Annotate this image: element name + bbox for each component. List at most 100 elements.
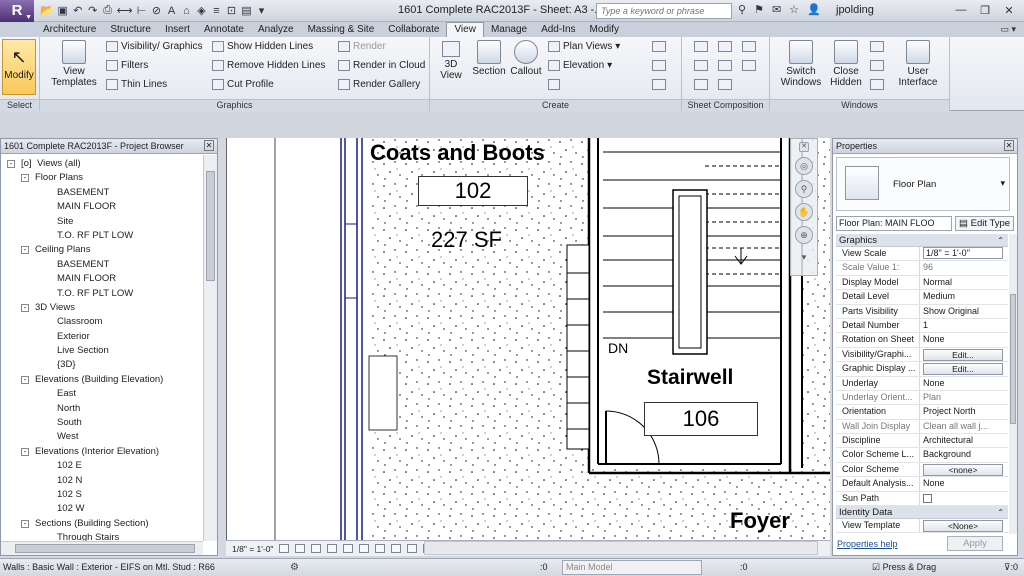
worksets-icon[interactable]: ⚙ <box>290 559 299 576</box>
tree-item[interactable]: 102 E <box>1 459 203 473</box>
room-name-label[interactable]: Coats and Boots <box>370 140 545 166</box>
collapse-toggle-icon[interactable]: - <box>21 246 29 255</box>
open-icon[interactable]: 📂 <box>40 4 54 17</box>
property-value[interactable]: 96 <box>920 261 1008 274</box>
property-group-header[interactable]: Identity Data ⌃ <box>836 506 1008 520</box>
room-name-label[interactable]: Stairwell <box>647 366 733 390</box>
tab-annotate[interactable]: Annotate <box>197 23 251 37</box>
switch-windows-button[interactable]: Switch Windows <box>780 40 822 88</box>
scope-box-icon[interactable] <box>652 79 666 90</box>
tile-icon[interactable] <box>870 79 884 90</box>
crop-view-icon[interactable] <box>343 544 354 553</box>
drawing-canvas[interactable]: Coats and Boots 102 227 SF DN Stairwell … <box>226 138 830 540</box>
filters-button[interactable]: Filters <box>106 60 148 71</box>
sheet-icon[interactable] <box>694 41 708 52</box>
measure-icon[interactable]: ⟷ <box>117 4 133 17</box>
property-value[interactable]: None <box>920 333 1008 346</box>
tab-architecture[interactable]: Architecture <box>36 23 103 37</box>
view-reference-icon[interactable] <box>718 79 732 90</box>
tree-item[interactable]: - Elevations (Interior Elevation) <box>1 445 203 459</box>
scroll-thumb[interactable] <box>15 544 195 553</box>
close-icon[interactable]: ✕ <box>1004 140 1014 151</box>
tree-item[interactable]: North <box>1 402 203 416</box>
apply-button[interactable]: Apply <box>947 536 1003 551</box>
minimize-icon[interactable]: — <box>950 2 972 18</box>
filter-count[interactable]: ⊽:0 <box>1004 559 1018 576</box>
plan-views-button[interactable]: Plan Views ▾ <box>548 41 620 52</box>
close-icon[interactable]: ✕ <box>799 142 809 152</box>
tree-item[interactable]: Exterior <box>1 330 203 344</box>
property-value[interactable]: 1 <box>920 319 1008 332</box>
property-value[interactable]: Plan <box>920 391 1008 404</box>
tree-item[interactable]: - Sections (Building Section) <box>1 517 203 531</box>
restore-icon[interactable]: ❐ <box>974 2 996 18</box>
view-scale-control[interactable]: 1/8" = 1'-0" <box>232 544 273 554</box>
steering-wheel-icon[interactable]: ◎ <box>795 157 813 175</box>
property-value[interactable]: Edit... <box>920 348 1008 361</box>
schedules-icon[interactable] <box>652 60 666 71</box>
tree-item[interactable]: - Floor Plans <box>1 171 203 185</box>
section-icon[interactable]: ◈ <box>195 4 207 17</box>
edit-type-button[interactable]: ▤ Edit Type <box>955 215 1015 231</box>
user-interface-button[interactable]: User Interface <box>896 40 940 88</box>
binoculars-icon[interactable]: ⚲ <box>738 3 746 16</box>
search-input[interactable] <box>596 3 732 19</box>
communication-icon[interactable]: ✉ <box>772 3 781 16</box>
property-value[interactable]: Clean all wall j... <box>920 420 1008 433</box>
room-area-label[interactable]: 227 SF <box>431 227 502 253</box>
analytical-model-icon[interactable] <box>407 544 418 553</box>
print-icon[interactable]: ⎙ <box>102 4 114 17</box>
section-button[interactable]: Section <box>470 40 508 77</box>
viewports-icon[interactable] <box>742 60 756 71</box>
collapse-icon[interactable]: ⌃ <box>997 506 1004 519</box>
property-value[interactable]: Background <box>920 448 1008 461</box>
remove-hidden-lines-button[interactable]: Remove Hidden Lines <box>212 60 325 71</box>
property-value[interactable]: Medium <box>920 290 1008 303</box>
room-number-tag[interactable]: 106 <box>644 402 758 436</box>
tab-structure[interactable]: Structure <box>103 23 158 37</box>
save-icon[interactable]: ▣ <box>57 4 69 17</box>
tab-add-ins[interactable]: Add-Ins <box>534 23 582 37</box>
visual-style-icon[interactable] <box>295 544 306 553</box>
horizontal-scrollbar[interactable] <box>1 541 203 555</box>
dimension-icon[interactable]: ⊢ <box>135 4 147 17</box>
property-checkbox[interactable] <box>923 493 932 503</box>
instance-filter-select[interactable]: Floor Plan: MAIN FLOO <box>836 215 952 231</box>
switch-windows-icon[interactable]: ▤ <box>240 4 252 17</box>
ribbon-minimize-icon[interactable]: ▭ ▾ <box>1000 24 1016 35</box>
property-value[interactable]: <none> <box>920 463 1008 476</box>
collapse-toggle-icon[interactable]: - <box>21 375 29 384</box>
collapse-toggle-icon[interactable]: - <box>21 447 29 456</box>
render-button[interactable]: Render <box>338 41 386 52</box>
property-value[interactable]: Architectural <box>920 434 1008 447</box>
tab-modify[interactable]: Modify <box>583 23 626 37</box>
close-icon[interactable]: ✕ <box>998 2 1020 18</box>
tree-item[interactable]: T.O. RF PLT LOW <box>1 287 203 301</box>
property-value[interactable]: None <box>920 477 1008 490</box>
matchline-icon[interactable] <box>694 79 708 90</box>
application-menu-button[interactable]: R ▼ <box>0 0 34 22</box>
thin-lines-button[interactable]: Thin Lines <box>106 79 167 90</box>
design-options-select[interactable]: Main Model <box>562 560 702 575</box>
render-gallery-button[interactable]: Render Gallery <box>338 79 420 90</box>
tree-item[interactable]: Site <box>1 215 203 229</box>
3d-view-button[interactable]: 3D View <box>436 59 466 81</box>
collapse-toggle-icon[interactable]: - <box>21 174 29 183</box>
zoom-icon[interactable]: ⚲ <box>795 180 813 198</box>
replicate-icon[interactable] <box>870 41 884 52</box>
property-value[interactable]: Project North <box>920 405 1008 418</box>
tab-insert[interactable]: Insert <box>158 23 197 37</box>
tree-item[interactable]: 102 N <box>1 474 203 488</box>
property-value-field[interactable]: 1/8" = 1'-0" <box>923 247 1003 259</box>
modify-button[interactable]: ↖ Modify <box>2 39 36 95</box>
tree-item[interactable]: - Ceiling Plans <box>1 243 203 257</box>
tree-item[interactable]: T.O. RF PLT LOW <box>1 229 203 243</box>
thin-lines-icon[interactable]: ≡ <box>210 5 222 17</box>
properties-scrollbar[interactable] <box>1009 234 1017 534</box>
property-value[interactable] <box>920 492 1008 505</box>
tree-item[interactable]: - Elevations (Building Elevation) <box>1 373 203 387</box>
collapse-toggle-icon[interactable]: - <box>21 303 29 312</box>
show-hidden-lines-button[interactable]: Show Hidden Lines <box>212 41 313 52</box>
cascade-icon[interactable] <box>870 60 884 71</box>
tab-analyze[interactable]: Analyze <box>251 23 301 37</box>
